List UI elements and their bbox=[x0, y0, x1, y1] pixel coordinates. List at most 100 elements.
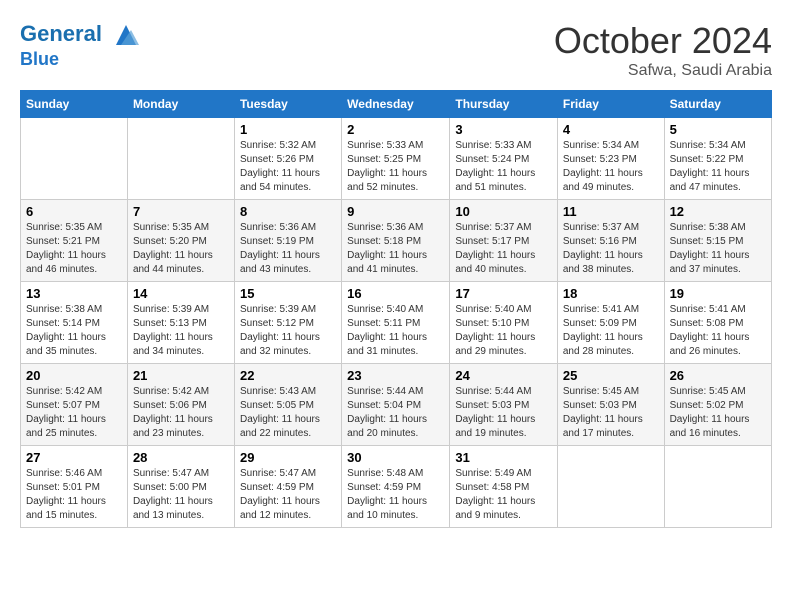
calendar-cell bbox=[664, 446, 771, 528]
calendar-cell: 9Sunrise: 5:36 AMSunset: 5:18 PMDaylight… bbox=[342, 200, 450, 282]
day-number: 10 bbox=[455, 204, 552, 219]
weekday-header: Wednesday bbox=[342, 91, 450, 118]
calendar-cell: 30 Sunrise: 5:48 AMSunset: 4:59 PMDayligh… bbox=[342, 446, 450, 528]
day-info: Sunrise: 5:33 AMSunset: 5:24 PMDaylight:… bbox=[455, 139, 552, 195]
weekday-header: Saturday bbox=[664, 91, 771, 118]
calendar-cell: 5 Sunrise: 5:34 AMSunset: 5:22 PMDaylight… bbox=[664, 118, 771, 200]
calendar-cell: 14Sunrise: 5:39 AMSunset: 5:13 PMDayligh… bbox=[127, 282, 234, 364]
logo: General Blue bbox=[20, 20, 141, 70]
weekday-header: Sunday bbox=[21, 91, 128, 118]
day-number: 17 bbox=[455, 286, 552, 301]
calendar-cell: 2Sunrise: 5:33 AMSunset: 5:25 PMDaylight… bbox=[342, 118, 450, 200]
calendar-body: 1 Sunrise: 5:32 AMSunset: 5:26 PMDaylight… bbox=[21, 118, 772, 528]
day-number: 31 bbox=[455, 450, 552, 465]
day-info: Sunrise: 5:40 AMSunset: 5:10 PMDaylight:… bbox=[455, 303, 552, 359]
day-info: Sunrise: 5:35 AMSunset: 5:20 PMDaylight:… bbox=[133, 221, 229, 277]
calendar-week-row: 20 Sunrise: 5:42 AMSunset: 5:07 PMDayligh… bbox=[21, 364, 772, 446]
day-number: 13 bbox=[26, 286, 122, 301]
day-info: Sunrise: 5:44 AMSunset: 5:04 PMDaylight:… bbox=[347, 385, 444, 441]
day-number: 5 bbox=[670, 122, 766, 137]
day-number: 29 bbox=[240, 450, 336, 465]
header-row: SundayMondayTuesdayWednesdayThursdayFrid… bbox=[21, 91, 772, 118]
month-title: October 2024 bbox=[554, 20, 772, 62]
calendar-cell: 13Sunrise: 5:38 AMSunset: 5:14 PMDayligh… bbox=[21, 282, 128, 364]
day-number: 11 bbox=[563, 204, 659, 219]
calendar-cell: 27 Sunrise: 5:46 AMSunset: 5:01 PMDayligh… bbox=[21, 446, 128, 528]
calendar-week-row: 27 Sunrise: 5:46 AMSunset: 5:01 PMDayligh… bbox=[21, 446, 772, 528]
calendar-cell: 16Sunrise: 5:40 AMSunset: 5:11 PMDayligh… bbox=[342, 282, 450, 364]
logo-blue: Blue bbox=[20, 50, 141, 70]
day-number: 16 bbox=[347, 286, 444, 301]
weekday-header: Monday bbox=[127, 91, 234, 118]
weekday-header: Tuesday bbox=[234, 91, 341, 118]
day-number: 4 bbox=[563, 122, 659, 137]
calendar-cell bbox=[557, 446, 664, 528]
day-info: Sunrise: 5:37 AMSunset: 5:16 PMDaylight:… bbox=[563, 221, 659, 277]
day-number: 1 bbox=[240, 122, 336, 137]
calendar-cell: 29 Sunrise: 5:47 AMSunset: 4:59 PMDayligh… bbox=[234, 446, 341, 528]
day-info: Sunrise: 5:43 AMSunset: 5:05 PMDaylight:… bbox=[240, 385, 336, 441]
calendar-cell bbox=[21, 118, 128, 200]
day-info: Sunrise: 5:33 AMSunset: 5:25 PMDaylight:… bbox=[347, 139, 444, 195]
day-info: Sunrise: 5:32 AMSunset: 5:26 PMDaylight:… bbox=[240, 139, 336, 195]
day-info: Sunrise: 5:47 AMSunset: 4:59 PMDaylight:… bbox=[240, 467, 336, 523]
weekday-header: Friday bbox=[557, 91, 664, 118]
day-info: Sunrise: 5:48 AMSunset: 4:59 PMDaylight:… bbox=[347, 467, 444, 523]
page-header: General Blue October 2024 Safwa, Saudi A… bbox=[20, 20, 772, 80]
day-number: 30 bbox=[347, 450, 444, 465]
logo-text: General bbox=[20, 20, 141, 50]
calendar-cell: 3 Sunrise: 5:33 AMSunset: 5:24 PMDaylight… bbox=[450, 118, 558, 200]
location-subtitle: Safwa, Saudi Arabia bbox=[554, 62, 772, 80]
day-number: 24 bbox=[455, 368, 552, 383]
calendar-cell: 10 Sunrise: 5:37 AMSunset: 5:17 PMDayligh… bbox=[450, 200, 558, 282]
day-number: 27 bbox=[26, 450, 122, 465]
calendar-cell: 8Sunrise: 5:36 AMSunset: 5:19 PMDaylight… bbox=[234, 200, 341, 282]
day-info: Sunrise: 5:36 AMSunset: 5:19 PMDaylight:… bbox=[240, 221, 336, 277]
calendar-cell bbox=[127, 118, 234, 200]
calendar-cell: 6 Sunrise: 5:35 AMSunset: 5:21 PMDaylight… bbox=[21, 200, 128, 282]
day-info: Sunrise: 5:34 AMSunset: 5:23 PMDaylight:… bbox=[563, 139, 659, 195]
day-info: Sunrise: 5:49 AMSunset: 4:58 PMDaylight:… bbox=[455, 467, 552, 523]
day-info: Sunrise: 5:39 AMSunset: 5:13 PMDaylight:… bbox=[133, 303, 229, 359]
day-number: 28 bbox=[133, 450, 229, 465]
calendar-cell: 20 Sunrise: 5:42 AMSunset: 5:07 PMDayligh… bbox=[21, 364, 128, 446]
day-info: Sunrise: 5:38 AMSunset: 5:15 PMDaylight:… bbox=[670, 221, 766, 277]
calendar-cell: 12Sunrise: 5:38 AMSunset: 5:15 PMDayligh… bbox=[664, 200, 771, 282]
day-number: 3 bbox=[455, 122, 552, 137]
day-number: 7 bbox=[133, 204, 229, 219]
calendar-cell: 31 Sunrise: 5:49 AMSunset: 4:58 PMDayligh… bbox=[450, 446, 558, 528]
day-info: Sunrise: 5:41 AMSunset: 5:08 PMDaylight:… bbox=[670, 303, 766, 359]
day-info: Sunrise: 5:44 AMSunset: 5:03 PMDaylight:… bbox=[455, 385, 552, 441]
calendar-table: SundayMondayTuesdayWednesdayThursdayFrid… bbox=[20, 90, 772, 528]
calendar-cell: 18Sunrise: 5:41 AMSunset: 5:09 PMDayligh… bbox=[557, 282, 664, 364]
calendar-header: SundayMondayTuesdayWednesdayThursdayFrid… bbox=[21, 91, 772, 118]
calendar-cell: 22 Sunrise: 5:43 AMSunset: 5:05 PMDayligh… bbox=[234, 364, 341, 446]
logo-icon bbox=[111, 20, 141, 50]
day-info: Sunrise: 5:42 AMSunset: 5:07 PMDaylight:… bbox=[26, 385, 122, 441]
day-info: Sunrise: 5:34 AMSunset: 5:22 PMDaylight:… bbox=[670, 139, 766, 195]
calendar-week-row: 6 Sunrise: 5:35 AMSunset: 5:21 PMDaylight… bbox=[21, 200, 772, 282]
day-info: Sunrise: 5:41 AMSunset: 5:09 PMDaylight:… bbox=[563, 303, 659, 359]
weekday-header: Thursday bbox=[450, 91, 558, 118]
calendar-week-row: 1 Sunrise: 5:32 AMSunset: 5:26 PMDaylight… bbox=[21, 118, 772, 200]
day-number: 6 bbox=[26, 204, 122, 219]
calendar-cell: 4 Sunrise: 5:34 AMSunset: 5:23 PMDaylight… bbox=[557, 118, 664, 200]
day-info: Sunrise: 5:36 AMSunset: 5:18 PMDaylight:… bbox=[347, 221, 444, 277]
day-number: 23 bbox=[347, 368, 444, 383]
calendar-cell: 17 Sunrise: 5:40 AMSunset: 5:10 PMDayligh… bbox=[450, 282, 558, 364]
calendar-cell: 21Sunrise: 5:42 AMSunset: 5:06 PMDayligh… bbox=[127, 364, 234, 446]
day-info: Sunrise: 5:39 AMSunset: 5:12 PMDaylight:… bbox=[240, 303, 336, 359]
day-number: 21 bbox=[133, 368, 229, 383]
day-number: 26 bbox=[670, 368, 766, 383]
day-info: Sunrise: 5:37 AMSunset: 5:17 PMDaylight:… bbox=[455, 221, 552, 277]
day-info: Sunrise: 5:35 AMSunset: 5:21 PMDaylight:… bbox=[26, 221, 122, 277]
day-number: 25 bbox=[563, 368, 659, 383]
calendar-cell: 15Sunrise: 5:39 AMSunset: 5:12 PMDayligh… bbox=[234, 282, 341, 364]
calendar-cell: 23 Sunrise: 5:44 AMSunset: 5:04 PMDayligh… bbox=[342, 364, 450, 446]
day-info: Sunrise: 5:46 AMSunset: 5:01 PMDaylight:… bbox=[26, 467, 122, 523]
day-number: 20 bbox=[26, 368, 122, 383]
calendar-cell: 7 Sunrise: 5:35 AMSunset: 5:20 PMDaylight… bbox=[127, 200, 234, 282]
day-number: 22 bbox=[240, 368, 336, 383]
day-number: 19 bbox=[670, 286, 766, 301]
day-info: Sunrise: 5:47 AMSunset: 5:00 PMDaylight:… bbox=[133, 467, 229, 523]
